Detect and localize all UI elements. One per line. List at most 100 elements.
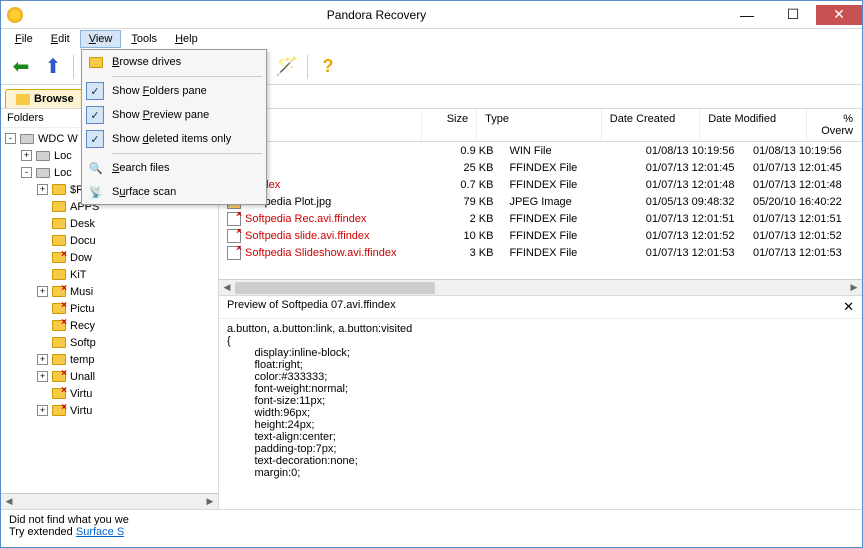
tree-expander[interactable]: - [21,167,32,178]
cell-type: FFINDEX File [501,247,637,259]
tab-browse[interactable]: Browse [5,89,85,108]
maximize-button[interactable]: ☐ [770,5,816,25]
tree-node[interactable]: +Musi [1,283,218,300]
drive-icon [35,165,51,181]
tree-node[interactable]: Pictu [1,300,218,317]
tree-expander [37,269,48,280]
tree-node[interactable]: KiT [1,266,218,283]
preview-content[interactable]: a.button, a.button:link, a.button:visite… [219,319,862,509]
column-headers: Size Type Date Created Date Modified % O… [219,109,862,142]
tree-expander [37,388,48,399]
tree-label: Loc [54,167,72,179]
menu-separator [112,153,262,154]
column-type[interactable]: Type [477,109,602,141]
menu-item[interactable]: ✓Show Folders pane [82,79,266,103]
tree-expander [37,337,48,348]
cell-created: 01/08/13 10:19:56 [638,145,745,157]
scroll-right-icon[interactable]: ▶ [846,280,862,295]
cell-modified: 05/20/10 16:40:22 [745,196,862,208]
scroll-right-icon[interactable]: ▶ [202,494,218,509]
file-row[interactable]: .ffindex0.7 KBFFINDEX File01/07/13 12:01… [219,176,862,193]
file-row[interactable]: 0.9 KBWIN File01/08/13 10:19:5601/08/13 … [219,142,862,159]
title-bar: Pandora Recovery — ☐ ✕ [1,1,862,29]
column-modified[interactable]: Date Modified [700,109,807,141]
wizard-button[interactable]: 🪄 [273,53,301,81]
menu-item[interactable]: ✓Show deleted items only [82,127,266,151]
menu-tools[interactable]: Tools [123,31,165,47]
check-icon: ✓ [86,106,104,124]
tree-expander[interactable]: + [37,286,48,297]
tree-expander [37,303,48,314]
column-overwritten[interactable]: % Overw [807,109,862,141]
file-name: Softpedia Slideshow.avi.ffindex [245,247,396,259]
file-row[interactable]: ex25 KBFFINDEX File01/07/13 12:01:4501/0… [219,159,862,176]
menu-item[interactable]: 🔍Search files [82,156,266,180]
tree-expander[interactable]: + [37,184,48,195]
file-row[interactable]: Softpedia Rec.avi.ffindex2 KBFFINDEX Fil… [219,210,862,227]
view-menu-dropdown[interactable]: Browse drives ✓Show Folders pane✓Show Pre… [81,49,267,205]
surface-scan-link[interactable]: Surface S [76,526,124,538]
tree-node[interactable]: +temp [1,351,218,368]
tree-node[interactable]: Dow [1,249,218,266]
cell-type: WIN File [501,145,637,157]
file-row[interactable]: Softpedia Slideshow.avi.ffindex3 KBFFIND… [219,244,862,261]
scroll-left-icon[interactable]: ◀ [219,280,235,295]
help-button[interactable]: ? [314,53,342,81]
tree-node[interactable]: Desk [1,215,218,232]
tree-label: Softp [70,337,96,349]
preview-close-button[interactable]: ✕ [843,299,854,315]
tree-expander[interactable]: - [5,133,16,144]
menu-item-label: Search files [112,162,169,174]
menu-view[interactable]: View [80,30,122,48]
menu-item[interactable]: 📡Surface scan [82,180,266,204]
tree-expander[interactable]: + [37,354,48,365]
close-button[interactable]: ✕ [816,5,862,25]
file-icon [227,212,241,226]
folder-del-icon [51,403,67,419]
file-name: Softpedia slide.avi.ffindex [245,230,370,242]
cell-type: FFINDEX File [501,179,637,191]
cell-size: 0.7 KB [443,179,502,191]
folder-icon [51,352,67,368]
minimize-button[interactable]: — [724,5,770,25]
menu-separator [112,76,262,77]
window-controls: — ☐ ✕ [724,5,862,25]
back-button[interactable]: ⬅ [7,53,35,81]
up-button[interactable]: ⬆ [39,53,67,81]
menu-help[interactable]: Help [167,31,206,47]
tree-node[interactable]: Docu [1,232,218,249]
tree-node[interactable]: + Virtu [1,402,218,419]
file-icon [227,246,241,260]
tree-expander[interactable]: + [21,150,32,161]
cell-modified: 01/07/13 12:01:48 [745,179,862,191]
scroll-thumb[interactable] [235,282,435,294]
column-size[interactable]: Size [422,109,477,141]
tree-hscrollbar[interactable]: ◀ ▶ [1,493,218,509]
folder-icon [16,94,30,105]
cell-type: FFINDEX File [501,213,637,225]
menu-file[interactable]: File [7,31,41,47]
scroll-left-icon[interactable]: ◀ [1,494,17,509]
file-row[interactable]: Softpedia Plot.jpg79 KBJPEG Image01/05/1… [219,193,862,210]
tree-expander[interactable]: + [37,405,48,416]
folder-icon [87,53,105,71]
file-list-panel: Size Type Date Created Date Modified % O… [219,109,862,509]
file-list[interactable]: 0.9 KBWIN File01/08/13 10:19:5601/08/13 … [219,142,862,279]
tree-label: Virtu [70,405,92,417]
menu-edit[interactable]: Edit [43,31,78,47]
folder-icon [51,233,67,249]
tree-node[interactable]: Virtu [1,385,218,402]
tree-node[interactable]: + Unall [1,368,218,385]
folder-icon [51,182,67,198]
list-hscrollbar[interactable]: ◀ ▶ [219,279,862,295]
tree-node[interactable]: Recy [1,317,218,334]
tree-expander[interactable]: + [37,371,48,382]
menu-item[interactable]: ✓Show Preview pane [82,103,266,127]
menu-item[interactable]: Browse drives [82,50,266,74]
toolbar-separator [307,55,308,79]
tree-label: Unall [70,371,95,383]
file-row[interactable]: Softpedia slide.avi.ffindex10 KBFFINDEX … [219,227,862,244]
column-created[interactable]: Date Created [602,109,700,141]
cell-type: FFINDEX File [501,162,637,174]
tree-node[interactable]: Softp [1,334,218,351]
